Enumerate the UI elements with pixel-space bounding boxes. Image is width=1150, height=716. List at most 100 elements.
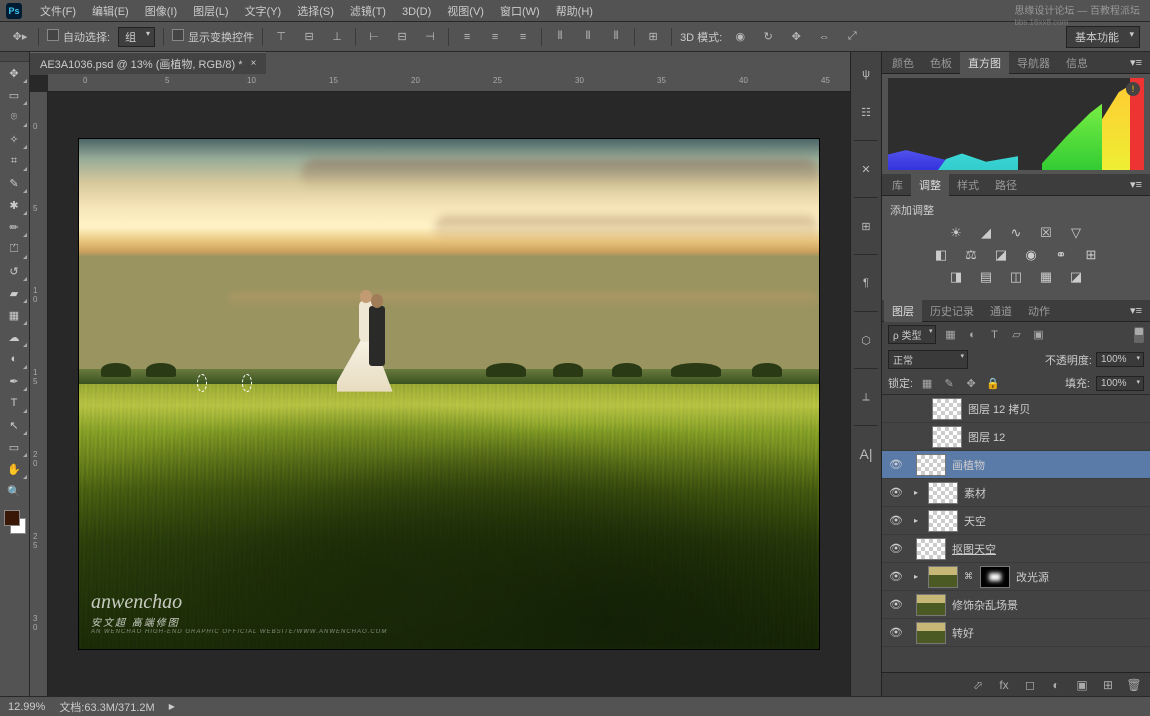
filter-shape-icon[interactable]: ▱ [1008,327,1024,343]
layer-thumbnail[interactable] [916,538,946,560]
distribute-1-icon[interactable]: ≡ [457,27,477,47]
align-bottom-icon[interactable]: ⊥ [327,27,347,47]
threshold-icon[interactable]: ◫ [1007,268,1025,286]
menu-item[interactable]: 帮助(H) [548,4,601,20]
adjustment-layer-icon[interactable]: ◐ [1048,677,1064,693]
posterize-icon[interactable]: ▤ [977,268,995,286]
layer-name[interactable]: 图层 12 [968,429,1144,445]
layer-row[interactable]: 图层 12 拷贝 [882,395,1150,423]
color-balance-icon[interactable]: ⚖ [962,246,980,264]
document-tab[interactable]: AE3A1036.psd @ 13% (画植物, RGB/8) * × [30,52,266,75]
align-right-icon[interactable]: ⊣ [420,27,440,47]
chevron-right-icon[interactable]: ▶ [169,702,175,711]
filter-adjust-icon[interactable]: ◐ [964,327,980,343]
brightness-icon[interactable]: ☀ [947,224,965,242]
layer-row[interactable]: 👁画植物 [882,451,1150,479]
panel-menu-icon[interactable]: ▾≡ [1124,56,1148,69]
layer-thumbnail[interactable] [916,454,946,476]
visibility-toggle[interactable]: 👁 [882,626,910,639]
lock-pixels-icon[interactable]: ▦ [919,375,935,391]
new-layer-icon[interactable]: ⊞ [1100,677,1116,693]
menu-item[interactable]: 编辑(E) [84,4,137,20]
distribute-5-icon[interactable]: ⦀ [578,27,598,47]
brush-panel-icon[interactable]: ψ [856,64,876,84]
ruler-vertical[interactable]: 051 01 52 02 53 0 [30,92,48,696]
visibility-toggle[interactable]: 👁 [882,514,910,527]
character-icon[interactable]: ¶ [856,273,876,293]
panel-tab[interactable]: 样式 [949,174,987,196]
layer-row[interactable]: 图层 12 [882,423,1150,451]
curves-icon[interactable]: ∿ [1007,224,1025,242]
color-lookup-icon[interactable]: ⊞ [1082,246,1100,264]
exposure-icon[interactable]: ☒ [1037,224,1055,242]
gradient-map-icon[interactable]: ▦ [1037,268,1055,286]
selective-color-icon[interactable]: ◪ [1067,268,1085,286]
layer-name[interactable]: 抠图天空 [952,541,1144,557]
heal-tool[interactable]: ✱ [0,194,28,216]
layer-row[interactable]: 👁 修饰杂乱场景 [882,591,1150,619]
menu-item[interactable]: 滤镜(T) [342,4,394,20]
mask-thumbnail[interactable] [980,566,1010,588]
vibrance-icon[interactable]: ▽ [1067,224,1085,242]
panel-tab[interactable]: 信息 [1058,52,1096,74]
invert-icon[interactable]: ◨ [947,268,965,286]
layer-thumbnail[interactable] [932,398,962,420]
blend-mode-dropdown[interactable]: 正常 [888,350,968,369]
layer-row[interactable]: 👁▸⌘改光源 [882,563,1150,591]
link-icon[interactable]: ⌘ [964,571,974,582]
levels-icon[interactable]: ◢ [977,224,995,242]
clone-source-icon[interactable]: ✕ [856,159,876,179]
mask-icon[interactable]: ◻ [1022,677,1038,693]
distribute-3-icon[interactable]: ≡ [513,27,533,47]
layer-row[interactable]: 👁▸天空 [882,507,1150,535]
hand-tool[interactable]: ✋ [0,458,28,480]
fx-icon[interactable]: fx [996,677,1012,693]
visibility-toggle[interactable]: 👁 [882,458,910,471]
marquee-tool[interactable]: ▭ [0,84,28,106]
auto-align-icon[interactable]: ⊞ [643,27,663,47]
layer-name[interactable]: 转好 [952,625,1144,641]
doc-info[interactable]: 文档:63.3M/371.2M [59,699,154,715]
color-swatches[interactable] [0,510,26,536]
panel-tab[interactable]: 调整 [911,174,949,196]
auto-select-dropdown[interactable]: 组 [118,27,155,47]
layer-name[interactable]: 素材 [964,485,1144,501]
gradient-tool[interactable]: ▦ [0,304,28,326]
layer-thumbnail[interactable] [928,566,958,588]
3d-zoom-icon[interactable]: ⤢ [842,27,862,47]
move-tool[interactable]: ✥ [0,62,28,84]
auto-select-checkbox[interactable]: 自动选择: [47,29,110,45]
path-tool[interactable]: ↖ [0,414,28,436]
brush-tool[interactable]: ✏ [0,216,28,238]
history-brush-tool[interactable]: ↺ [0,260,28,282]
measurement-icon[interactable]: ⟂ [856,387,876,407]
brush-presets-icon[interactable]: ☷ [856,102,876,122]
panel-tab[interactable]: 历史记录 [922,300,982,322]
layer-thumbnail[interactable] [932,426,962,448]
ruler-horizontal[interactable]: 051015202530354045 [48,74,850,92]
align-left-icon[interactable]: ⊢ [364,27,384,47]
foreground-color[interactable] [4,510,20,526]
panel-tab[interactable]: 图层 [884,300,922,322]
delete-icon[interactable]: 🗑 [1126,677,1142,693]
panel-tab[interactable]: 颜色 [884,52,922,74]
filter-type-icon[interactable]: T [986,327,1002,343]
layer-name[interactable]: 修饰杂乱场景 [952,597,1144,613]
expand-arrow-icon[interactable]: ▸ [910,488,922,497]
lasso-tool[interactable]: ⌾ [0,106,28,128]
blur-tool[interactable]: ☁ [0,326,28,348]
distribute-6-icon[interactable]: ⦀ [606,27,626,47]
visibility-toggle[interactable]: 👁 [882,598,910,611]
properties-icon[interactable]: ⊞ [856,216,876,236]
panel-tab[interactable]: 路径 [987,174,1025,196]
visibility-toggle[interactable]: 👁 [882,486,910,499]
shape-tool[interactable]: ▭ [0,436,28,458]
type-tool[interactable]: T [0,392,28,414]
layer-thumbnail[interactable] [928,510,958,532]
glyphs-icon[interactable]: A| [856,444,876,464]
wand-tool[interactable]: ✧ [0,128,28,150]
filter-switch[interactable] [1134,327,1144,343]
filter-pixel-icon[interactable]: ▦ [942,327,958,343]
lock-all-icon[interactable]: 🔒 [985,375,1001,391]
toolbox-grip[interactable] [0,52,29,62]
